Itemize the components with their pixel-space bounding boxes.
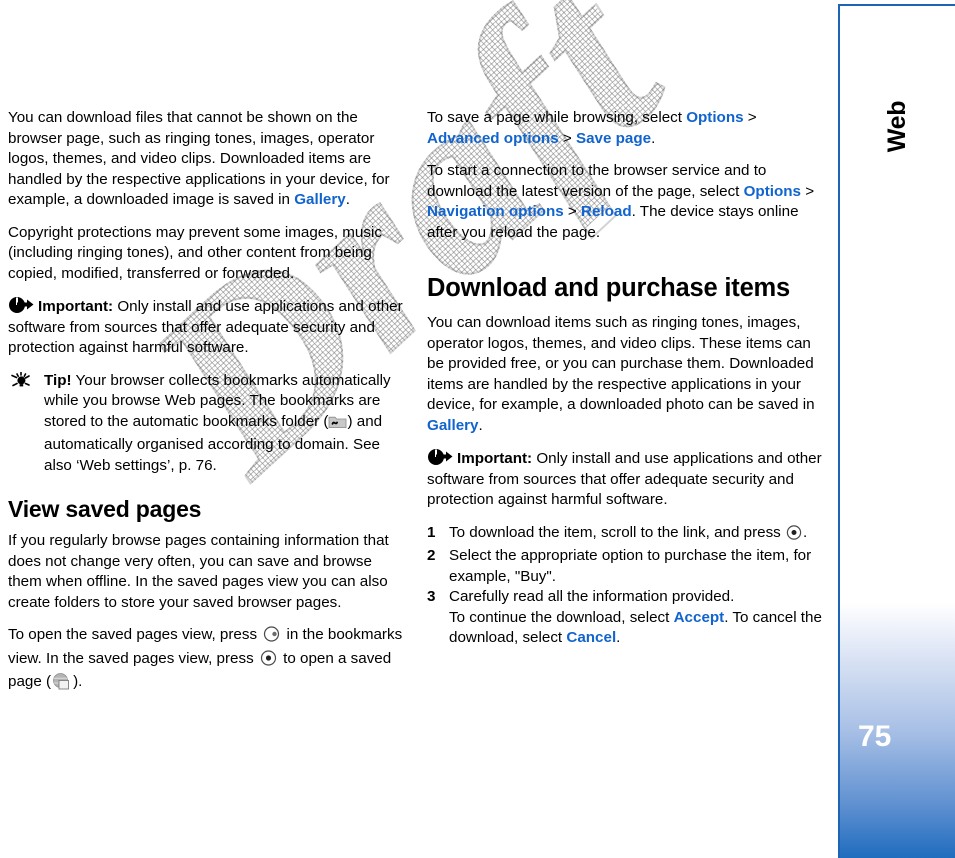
step-text: Carefully read all the information provi… — [449, 588, 735, 605]
text: To open the saved pages view, press — [8, 626, 262, 643]
step-number: 2 — [427, 547, 436, 564]
step-text-end: . — [803, 523, 808, 541]
text: > — [800, 182, 815, 200]
important-arrow-icon — [8, 296, 34, 314]
heading-view-saved-pages: View saved pages — [8, 496, 202, 522]
text: > — [558, 129, 576, 147]
important-note-left: Important: Only install and use applicat… — [8, 296, 404, 359]
link-gallery[interactable]: Gallery — [294, 191, 346, 208]
text: You can download items such as ringing t… — [427, 314, 815, 413]
link-reload[interactable]: Reload — [581, 203, 632, 220]
heading-download-and-purchase-items: Download and purchase items — [427, 274, 791, 302]
step-text-line2-c: . — [616, 629, 621, 646]
link-cancel[interactable]: Cancel — [566, 629, 616, 646]
paragraph-open-saved-pages: To open the saved pages view, press in t… — [8, 625, 404, 698]
tip-label: Tip! — [44, 371, 72, 389]
tip-note: Tip! Your browser collects bookmarks aut… — [8, 371, 404, 477]
important-label: Important: — [457, 450, 533, 467]
saved-page-globe-icon — [51, 672, 73, 698]
text: . — [478, 416, 483, 434]
link-accept[interactable]: Accept — [674, 609, 725, 626]
important-arrow-icon — [427, 448, 453, 466]
manual-page: You can download files that cannot be sh… — [0, 0, 955, 858]
lightbulb-tip-icon — [10, 371, 36, 390]
list-item: 1 To download the item, scroll to the lin… — [427, 523, 825, 547]
paragraph-saved-pages-intro: If you regularly browse pages containing… — [8, 532, 389, 611]
left-column: You can download files that cannot be sh… — [8, 108, 404, 710]
automatic-bookmarks-folder-icon — [328, 414, 347, 436]
step-number: 1 — [427, 523, 436, 541]
scroll-right-key-icon — [261, 626, 282, 649]
paragraph-save-page: To save a page while browsing, select Op… — [427, 108, 825, 149]
link-options[interactable]: Options — [744, 183, 801, 200]
step-text: To download the item, scroll to the link… — [449, 523, 785, 541]
select-key-icon — [785, 524, 803, 547]
paragraph-download-items: You can download items such as ringing t… — [427, 313, 825, 436]
link-save-page[interactable]: Save page — [576, 130, 651, 147]
paragraph-copyright: Copyright protections may prevent some i… — [8, 223, 382, 282]
link-advanced-options[interactable]: Advanced options — [427, 130, 559, 147]
text: > — [563, 203, 581, 220]
link-options[interactable]: Options — [686, 109, 743, 126]
step-number: 3 — [427, 588, 436, 605]
step-text-line2-a: To continue the download, select — [449, 608, 674, 626]
select-key-icon — [258, 649, 279, 673]
text: To start a connection to the browser ser… — [427, 162, 767, 200]
text: > — [743, 109, 757, 126]
right-column: To save a page while browsing, select Op… — [427, 108, 825, 649]
paragraph-download-files: You can download files that cannot be sh… — [8, 108, 404, 211]
tip-body: Tip! Your browser collects bookmarks aut… — [44, 371, 404, 477]
text: To save a page while browsing, select — [427, 109, 687, 126]
text: . — [345, 191, 350, 208]
important-label: Important: — [38, 298, 114, 315]
list-item: 3 Carefully read all the information prov… — [427, 587, 825, 649]
list-item: 2 Select the appropriate option to purcha… — [427, 546, 825, 587]
paragraph-reload: To start a connection to the browser ser… — [427, 161, 825, 243]
download-steps-list: 1 To download the item, scroll to the lin… — [427, 523, 825, 649]
text: ). — [73, 673, 83, 690]
important-note-right: Important: Only install and use applicat… — [427, 448, 825, 511]
step-text: Select the appropriate option to purchas… — [449, 547, 812, 585]
text: . — [651, 129, 656, 147]
link-gallery[interactable]: Gallery — [427, 417, 479, 434]
link-navigation-options[interactable]: Navigation options — [427, 203, 564, 220]
